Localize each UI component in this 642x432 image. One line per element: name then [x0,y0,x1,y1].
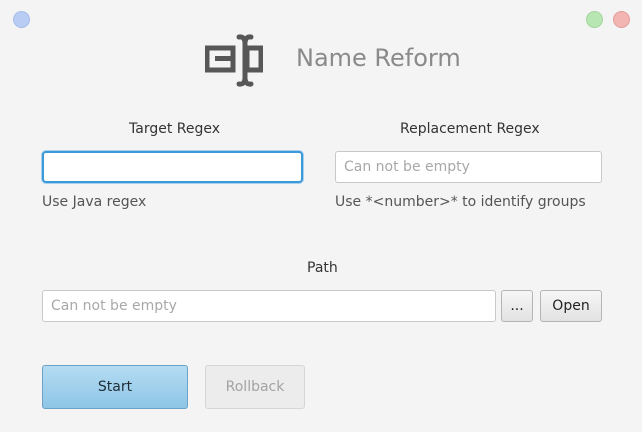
path-input[interactable] [42,290,496,322]
open-button[interactable]: Open [540,290,602,322]
app-title: Name Reform [296,44,461,72]
window-menu-button[interactable] [13,11,30,28]
path-label: Path [307,260,338,276]
rollback-button: Rollback [205,365,305,409]
replacement-regex-input[interactable] [335,151,602,183]
browse-button[interactable]: ... [501,290,533,322]
text-cursor-box-icon [205,34,263,87]
replacement-regex-hint: Use *<number>* to identify groups [335,194,586,210]
target-regex-hint: Use Java regex [42,194,147,210]
target-regex-label: Target Regex [129,121,221,137]
minimize-button[interactable] [586,11,603,28]
close-button[interactable] [613,11,630,28]
replacement-regex-label: Replacement Regex [400,121,540,137]
target-regex-input[interactable] [42,151,303,183]
start-button[interactable]: Start [42,365,188,409]
app-window: Name Reform Target Regex Use Java regex … [0,0,642,432]
